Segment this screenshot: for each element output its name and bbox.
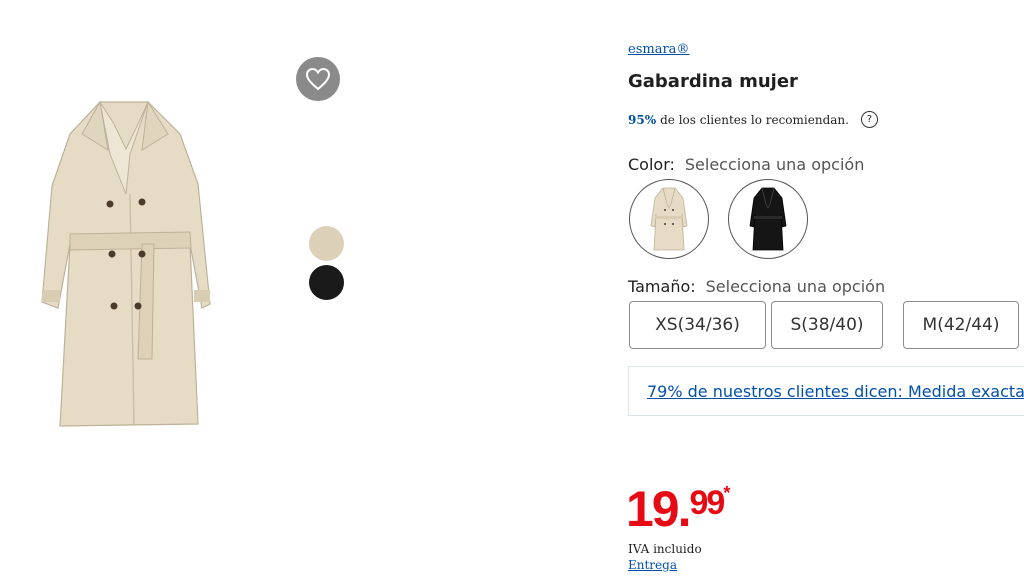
price: 19.99*	[626, 484, 730, 534]
favorite-button[interactable]	[296, 57, 340, 101]
price-integer: 19.	[626, 481, 692, 537]
beige-coat-icon	[650, 187, 688, 251]
color-value: Selecciona una opción	[684, 155, 865, 174]
recommend-label: de los clientes lo recomiendan.	[660, 112, 849, 127]
recommendation-text: 95% de los clientes lo recomiendan. ?	[628, 111, 878, 128]
product-title: Gabardina mujer	[628, 71, 798, 92]
size-value: Selecciona una opción	[705, 277, 886, 296]
fit-info-box: 79% de nuestros clientes dicen: Medida e…	[628, 366, 1024, 416]
color-option-beige[interactable]	[629, 179, 709, 259]
size-option-xs[interactable]: XS(34/36)	[629, 301, 766, 349]
brand-link[interactable]: esmara®	[628, 42, 689, 57]
color-selector-label: Color: Selecciona una opción	[628, 155, 864, 174]
help-icon[interactable]: ?	[860, 111, 878, 128]
color-option-black[interactable]	[728, 179, 808, 259]
product-main-image[interactable]	[30, 94, 220, 434]
color-label: Color:	[628, 155, 675, 174]
black-coat-icon	[749, 187, 787, 251]
gallery-thumbnail-beige[interactable]	[309, 226, 344, 261]
size-option-s[interactable]: S(38/40)	[771, 301, 883, 349]
trench-coat-image	[41, 100, 211, 427]
delivery-link[interactable]: Entrega	[628, 558, 677, 572]
vat-note: IVA incluido	[628, 542, 702, 556]
size-option-m[interactable]: M(42/44)	[903, 301, 1019, 349]
price-decimal: 99	[689, 484, 726, 522]
size-label: Tamaño:	[628, 277, 696, 296]
heart-outline-icon	[305, 67, 331, 91]
gallery-thumbnail-black[interactable]	[309, 265, 344, 300]
size-selector-label: Tamaño: Selecciona una opción	[628, 277, 885, 296]
recommend-percentage: 95%	[628, 112, 657, 127]
price-asterisk: *	[723, 483, 731, 503]
fit-rating-link[interactable]: 79% de nuestros clientes dicen: Medida e…	[647, 382, 1024, 401]
